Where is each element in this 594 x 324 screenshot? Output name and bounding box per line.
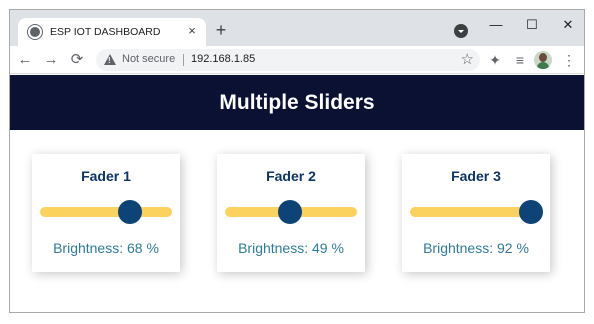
tab-title: ESP IOT DASHBOARD (50, 26, 161, 38)
tab-strip: ESP IOT DASHBOARD × + — ☐ ✕ (10, 10, 584, 46)
fader-card-1: Fader 1 Brightness: 68 % (32, 154, 180, 272)
reload-icon[interactable]: ⟳ (66, 49, 88, 71)
media-control-icon[interactable]: ≡ (509, 49, 531, 71)
tab-search-icon[interactable] (454, 24, 468, 38)
fader-1-slider[interactable] (40, 200, 172, 224)
maximize-button[interactable]: ☐ (518, 14, 546, 36)
forward-icon[interactable]: → (40, 49, 62, 71)
profile-avatar[interactable] (534, 51, 552, 69)
page-title: Multiple Sliders (219, 91, 375, 114)
extensions-icon[interactable]: ✦ (484, 49, 506, 71)
fader-2-slider[interactable] (225, 200, 357, 224)
close-tab-icon[interactable]: × (184, 23, 200, 39)
brightness-label: Brightness: 68 % (53, 240, 159, 256)
fader-title: Fader 3 (451, 168, 501, 184)
slider-thumb[interactable] (117, 200, 142, 224)
address-divider (183, 54, 184, 66)
fader-title: Fader 1 (81, 168, 131, 184)
brightness-label: Brightness: 49 % (238, 240, 344, 256)
close-window-button[interactable]: ✕ (554, 14, 582, 36)
bookmark-star-icon[interactable]: ☆ (461, 50, 474, 68)
fader-card-3: Fader 3 Brightness: 92 % (402, 154, 550, 272)
browser-tab[interactable]: ESP IOT DASHBOARD × (18, 18, 206, 46)
address-toolbar: ← → ⟳ Not secure 192.168.1.85 ☆ ✦ ≡ ⋮ (10, 46, 584, 74)
url-text[interactable]: 192.168.1.85 (191, 53, 255, 65)
fader-3-slider[interactable] (410, 200, 544, 224)
warning-icon[interactable] (104, 54, 116, 65)
address-bar[interactable]: Not secure 192.168.1.85 ☆ (96, 49, 480, 71)
new-tab-button[interactable]: + (212, 21, 230, 39)
fader-card-2: Fader 2 Brightness: 49 % (217, 154, 365, 272)
page-header: Multiple Sliders (10, 75, 584, 130)
browser-window: ESP IOT DASHBOARD × + — ☐ ✕ ← → ⟳ Not se… (9, 9, 585, 313)
menu-icon[interactable]: ⋮ (558, 49, 580, 71)
fader-title: Fader 2 (266, 168, 316, 184)
globe-icon (28, 25, 42, 39)
security-status[interactable]: Not secure (122, 53, 175, 65)
back-icon[interactable]: ← (14, 49, 36, 71)
slider-thumb[interactable] (519, 200, 544, 224)
slider-thumb[interactable] (277, 200, 302, 224)
minimize-button[interactable]: — (482, 14, 510, 36)
brightness-label: Brightness: 92 % (423, 240, 529, 256)
